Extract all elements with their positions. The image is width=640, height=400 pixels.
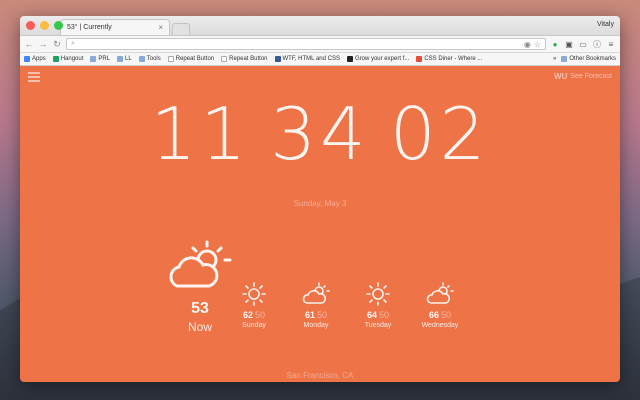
- location-icon[interactable]: ◉: [524, 40, 531, 49]
- address-bar[interactable]: ⌕ ◉ ☆: [66, 38, 546, 50]
- forecast-low: 50: [317, 310, 328, 320]
- tab-title: 53° | Currently: [67, 24, 112, 31]
- sun-icon: [366, 282, 390, 306]
- more-bookmarks-icon[interactable]: »: [553, 56, 556, 62]
- folder-icon: [117, 56, 124, 62]
- new-tab-button[interactable]: [172, 23, 190, 35]
- forecast-high: 64: [366, 310, 377, 320]
- title-bar: 53° | Currently × Vitaly: [20, 16, 620, 36]
- menu-icon[interactable]: ≡: [606, 39, 616, 49]
- minimize-window-button[interactable]: [40, 21, 49, 30]
- partly-cloudy-icon: [426, 282, 454, 304]
- bookmark-item[interactable]: PRL: [90, 56, 110, 62]
- apps-icon: [24, 56, 30, 62]
- page-icon: [167, 56, 174, 62]
- location-label: San Francisco, CA: [286, 371, 354, 380]
- weather-app: WU See Forecast 11 34 02 Sunday, May 3 53 …: [20, 66, 620, 382]
- forecast-day-name: Monday: [303, 322, 329, 329]
- current-label: Now: [187, 320, 212, 334]
- tab-close-icon[interactable]: ×: [158, 23, 163, 32]
- partly-cloudy-icon: [169, 240, 232, 288]
- browser-toolbar: ← → ↻ ⌕ ◉ ☆ ● ▣ ▭ ⓘ ≡: [20, 36, 620, 53]
- forecast-day-name: Wednesday: [421, 322, 459, 329]
- cast-icon[interactable]: ▭: [578, 39, 588, 49]
- bookmark-item[interactable]: Apps: [24, 56, 46, 62]
- profile-name[interactable]: Vitaly: [597, 21, 614, 28]
- wunderground-logo: WU: [554, 72, 568, 81]
- forecast-low: 50: [441, 310, 452, 320]
- forecast-day-name: Tuesday: [364, 322, 392, 329]
- bookmark-item[interactable]: LL: [117, 56, 132, 62]
- forecast-high: 66: [428, 310, 439, 320]
- clock-hours: 11: [150, 92, 251, 176]
- search-icon: ⌕: [71, 40, 75, 47]
- browser-window: 53° | Currently × Vitaly ← → ↻ ⌕ ◉ ☆ ● ▣…: [20, 16, 620, 382]
- forecast-low: 50: [379, 310, 390, 320]
- current-temp: 53: [191, 300, 209, 317]
- forward-icon[interactable]: →: [38, 39, 48, 49]
- bookmark-item[interactable]: Grow your expert f...: [346, 56, 409, 62]
- sun-icon: [242, 282, 266, 306]
- clock-minutes: 34: [270, 92, 370, 176]
- reload-icon[interactable]: ↻: [52, 39, 62, 50]
- hamburger-menu-icon[interactable]: [28, 72, 40, 84]
- page-icon: [221, 56, 228, 62]
- close-window-button[interactable]: [26, 21, 35, 30]
- clock-seconds: 02: [389, 92, 490, 176]
- forecast-day-name: Sunday: [242, 322, 266, 329]
- star-icon[interactable]: ☆: [534, 40, 541, 49]
- folder-icon: [90, 56, 97, 62]
- forecast-day: 62 50 Sunday: [232, 282, 276, 329]
- forecast-link-label: See Forecast: [570, 73, 612, 80]
- window-controls: [26, 21, 63, 30]
- date-label: Sunday, May 3: [293, 199, 347, 208]
- back-icon[interactable]: ←: [24, 39, 34, 49]
- grow-icon: [346, 56, 353, 62]
- maximize-window-button[interactable]: [54, 21, 63, 30]
- forecast-high: 61: [304, 310, 315, 320]
- hangout-icon: [52, 56, 59, 62]
- extension-shield-icon[interactable]: ●: [550, 39, 560, 49]
- folder-icon: [561, 56, 568, 62]
- forecast-low: 50: [255, 310, 266, 320]
- bookmark-item[interactable]: Repeat Button: [167, 56, 214, 62]
- partly-cloudy-icon: [302, 282, 330, 304]
- bookmark-item[interactable]: Hangout: [52, 56, 83, 62]
- forecast-high: 62: [242, 310, 253, 320]
- forecast-day: 64 50 Tuesday: [356, 282, 400, 329]
- wtf-icon: [274, 56, 281, 62]
- browser-tab[interactable]: 53° | Currently ×: [60, 19, 170, 35]
- bookmark-item[interactable]: Repeat Button: [221, 56, 268, 62]
- css-icon: [416, 56, 423, 62]
- forecast-list: 62 50 Sunday 61 50 Monday 64 50 Tuesday …: [232, 282, 462, 329]
- bookmark-item[interactable]: CSS Diner - Where ...: [416, 56, 482, 62]
- bookmark-item[interactable]: Tools: [138, 56, 161, 62]
- clock: 11 34 02: [20, 98, 620, 170]
- forecast-day: 66 50 Wednesday: [418, 282, 462, 329]
- extension-pocket-icon[interactable]: ▣: [564, 39, 574, 49]
- bookmarks-bar: Apps Hangout PRL LL Tools Repeat Button …: [20, 53, 620, 66]
- folder-icon: [138, 56, 145, 62]
- bookmark-item[interactable]: WTF, HTML and CSS: [274, 56, 340, 62]
- info-icon[interactable]: ⓘ: [592, 39, 602, 49]
- forecast-link[interactable]: WU See Forecast: [554, 72, 612, 81]
- forecast-day: 61 50 Monday: [294, 282, 338, 329]
- other-bookmarks[interactable]: Other Bookmarks: [561, 56, 616, 62]
- current-weather: 53 Now: [160, 238, 240, 334]
